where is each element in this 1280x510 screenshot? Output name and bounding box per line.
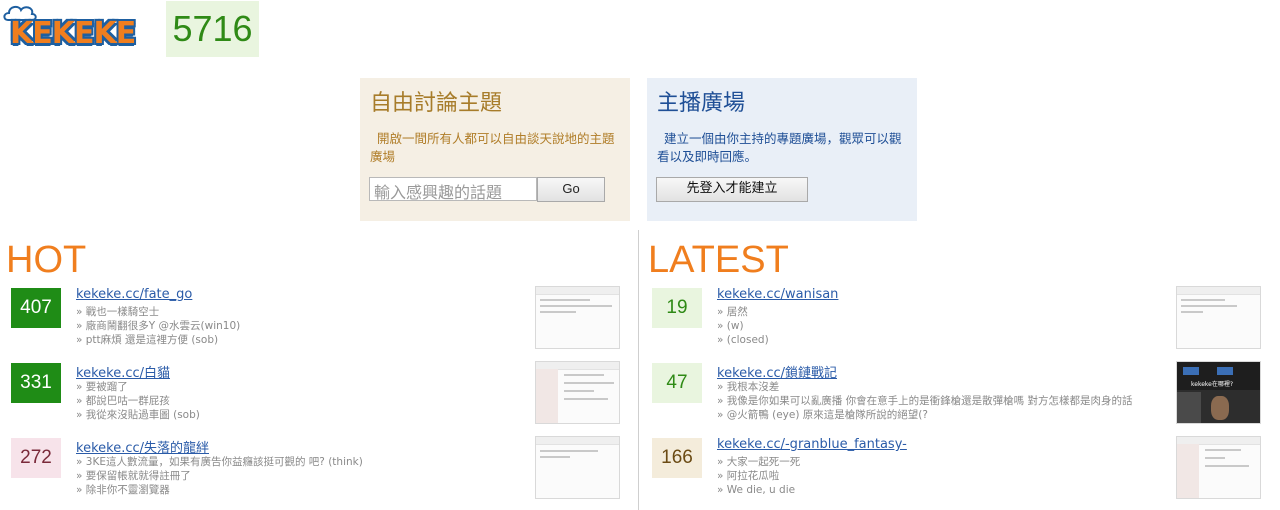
logo-text: KEKEKE <box>10 16 136 51</box>
latest-item-count: 19 <box>652 288 702 328</box>
hot-item: 407 kekeke.cc/fate_go 戰也一樣騎空士 廠商鬧翻很多Y @水… <box>11 287 531 358</box>
comment: We die, u die <box>717 483 800 497</box>
latest-item-thumbnail[interactable]: kekeke在哪裡? <box>1176 361 1261 424</box>
comment: ptt麻煩 還是這裡方便 (sob) <box>76 333 240 347</box>
comment: 廠商鬧翻很多Y @水雲云(win10) <box>76 319 240 333</box>
hot-item-link[interactable]: kekeke.cc/白貓 <box>76 362 170 381</box>
comment: 都說巴咕一群屁孩 <box>76 394 200 408</box>
latest-item-count: 166 <box>652 438 702 478</box>
comment: 要被蹓了 <box>76 380 200 394</box>
latest-item-thumbnail[interactable] <box>1176 286 1261 349</box>
latest-item-link[interactable]: kekeke.cc/wanisan <box>717 287 838 302</box>
comment: 居然 <box>717 305 769 319</box>
comment: 大家一起死一死 <box>717 455 801 469</box>
hot-item-count: 407 <box>11 288 61 328</box>
comment: 阿拉花瓜啦 <box>717 469 800 483</box>
hot-item: 331 kekeke.cc/白貓 要被蹓了 都說巴咕一群屁孩 我從來沒貼過車圖 … <box>11 363 531 433</box>
latest-item: 19 kekeke.cc/wanisan 居然 (w) (closed) <box>652 287 1172 358</box>
kekeke-logo[interactable]: KEKEKE <box>0 2 158 60</box>
host-square-title: 主播廣場 <box>657 91 746 116</box>
comment: 我像是你如果可以亂廣播 你會在意手上的是衝鋒槍還是散彈槍嗎 對方怎樣都是肉身的話 <box>717 394 1133 408</box>
free-topic-description: 開啟一間所有人都可以自由談天說地的主題廣場 <box>370 131 615 164</box>
latest-item-count: 47 <box>652 363 702 403</box>
free-topic-panel: 自由討論主題 開啟一間所有人都可以自由談天說地的主題廣場 輸入感興趣的話題 Go <box>360 78 630 221</box>
comment: 戰也一樣騎空士 <box>76 305 240 319</box>
comment: 除非你不靈瀏覽器 <box>76 483 363 497</box>
host-square-description: 建立一個由你主持的專題廣場，觀眾可以觀看以及即時回應。 <box>657 131 902 164</box>
hot-item-count: 331 <box>11 363 61 403</box>
hot-item: 272 kekeke.cc/失落的龍絆 3KE這人數流量，如果有廣告你益癮該挺可… <box>11 438 531 508</box>
visitor-count: 5716 <box>166 1 259 57</box>
latest-title: LATEST <box>648 239 789 281</box>
comment: (w) <box>717 319 769 333</box>
free-topic-title: 自由討論主題 <box>370 91 503 116</box>
comment: 我根本沒差 <box>717 380 1132 394</box>
comment: 要保留帳就就得註冊了 <box>76 469 363 483</box>
latest-item: 166 kekeke.cc/-granblue_fantasy- 大家一起死一死… <box>652 437 1172 508</box>
latest-item-comments: 居然 (w) (closed) <box>717 305 769 347</box>
hot-item-thumbnail[interactable] <box>535 361 620 424</box>
go-button[interactable]: Go <box>537 177 605 202</box>
latest-item-link[interactable]: kekeke.cc/-granblue_fantasy- <box>717 437 907 452</box>
login-to-create-button[interactable]: 先登入才能建立 <box>656 177 808 202</box>
thumbnail-caption: kekeke在哪裡? <box>1191 381 1234 388</box>
latest-item-comments: 大家一起死一死 阿拉花瓜啦 We die, u die <box>717 455 801 497</box>
hot-item-thumbnail[interactable] <box>535 436 620 499</box>
comment: (closed) <box>717 333 769 347</box>
hot-item-count: 272 <box>11 438 61 478</box>
topic-input[interactable]: 輸入感興趣的話題 <box>369 177 537 202</box>
comment: 我從來沒貼過車圖 (sob) <box>76 408 200 422</box>
latest-item-comments: 我根本沒差 我像是你如果可以亂廣播 你會在意手上的是衝鋒槍還是散彈槍嗎 對方怎樣… <box>717 380 1133 422</box>
hot-item-link[interactable]: kekeke.cc/fate_go <box>76 287 192 302</box>
hot-item-comments: 3KE這人數流量，如果有廣告你益癮該挺可觀的 吧? (think) 要保留帳就就… <box>76 455 363 497</box>
latest-item-thumbnail[interactable] <box>1176 436 1261 499</box>
hot-title: HOT <box>6 239 87 281</box>
latest-item-link[interactable]: kekeke.cc/鎖鏈戰記 <box>717 362 837 381</box>
column-divider <box>638 230 639 510</box>
hot-item-link[interactable]: kekeke.cc/失落的龍絆 <box>76 437 209 456</box>
hot-item-comments: 要被蹓了 都說巴咕一群屁孩 我從來沒貼過車圖 (sob) <box>76 380 200 422</box>
hot-item-thumbnail[interactable] <box>535 286 620 349</box>
comment: @火箭鴨 (eye) 原來這是槍隊所說的絕望(? <box>717 408 1132 422</box>
hot-item-comments: 戰也一樣騎空士 廠商鬧翻很多Y @水雲云(win10) ptt麻煩 還是這裡方便… <box>76 305 240 347</box>
comment: 3KE這人數流量，如果有廣告你益癮該挺可觀的 吧? (think) <box>76 455 363 469</box>
host-square-panel: 主播廣場 建立一個由你主持的專題廣場，觀眾可以觀看以及即時回應。 先登入才能建立 <box>647 78 917 221</box>
latest-item: 47 kekeke.cc/鎖鏈戰記 我根本沒差 我像是你如果可以亂廣播 你會在意… <box>652 363 1172 433</box>
